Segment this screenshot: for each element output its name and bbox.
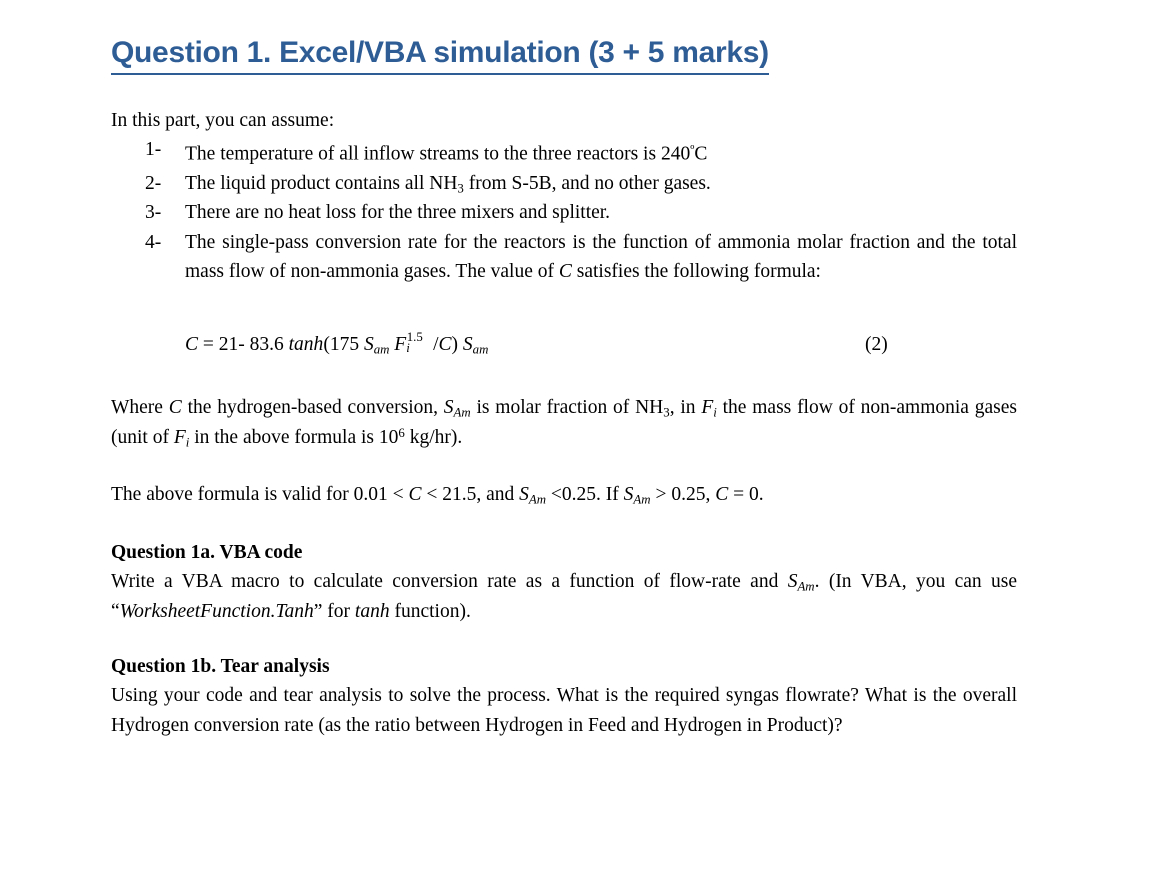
where-text-3: is molar fraction of NH bbox=[470, 397, 664, 418]
equation-s-subscript: am bbox=[373, 342, 390, 357]
variable-s: S bbox=[787, 571, 798, 592]
list-item-marker: 1- bbox=[145, 139, 162, 160]
intro-paragraph: In this part, you can assume: bbox=[111, 106, 1017, 136]
list-item-marker: 4- bbox=[145, 231, 162, 253]
equation-lhs: C bbox=[185, 334, 199, 355]
variable-f: F bbox=[701, 397, 714, 418]
validity-text-2: < 21.5, and bbox=[421, 484, 520, 505]
worksheet-function-name: WorksheetFunction.Tanh bbox=[119, 600, 314, 622]
list-item-marker: 2- bbox=[145, 172, 162, 194]
list-item-text-after: from S-5B, and no other gases. bbox=[463, 172, 711, 194]
validity-text-5: = 0. bbox=[728, 484, 764, 505]
page-title: Question 1. Excel/VBA simulation (3 + 5 … bbox=[111, 36, 769, 75]
equation-c-inner: C bbox=[438, 334, 452, 355]
equation-s-subscript-2: am bbox=[472, 342, 489, 357]
page-title-text: Question 1. Excel/VBA simulation (3 + 5 … bbox=[111, 36, 769, 75]
list-item-marker: 3- bbox=[145, 202, 162, 224]
equation-f-subscript: i bbox=[406, 341, 410, 356]
equation-number: (2) bbox=[865, 334, 888, 355]
list-item-text: The single-pass conversion rate for the … bbox=[185, 228, 1017, 287]
where-text-6: in the above formula is 10 bbox=[189, 426, 399, 448]
intro-text: In this part, you can assume: bbox=[111, 110, 335, 131]
where-text-4: , in bbox=[669, 397, 702, 418]
equation-f-base: F bbox=[394, 334, 407, 355]
list-item-text-after: C bbox=[694, 143, 708, 165]
validity-text-1: The above formula is valid for 0.01 < bbox=[111, 484, 409, 505]
variable-c: C bbox=[558, 261, 572, 283]
list-item-text-before: The temperature of all inflow streams to… bbox=[185, 143, 691, 165]
section-1a-text-4: function). bbox=[389, 600, 471, 622]
document-page: Question 1. Excel/VBA simulation (3 + 5 … bbox=[0, 0, 1153, 885]
list-item-text-after: satisfies the following formula: bbox=[571, 261, 821, 283]
validity-text-4: > 0.25, bbox=[650, 484, 716, 505]
variable-s-2: S bbox=[623, 484, 634, 505]
variable-s-subscript: Am bbox=[797, 579, 815, 594]
where-text-1: Where bbox=[111, 397, 169, 418]
equation-tanh: tanh bbox=[288, 334, 324, 355]
equation-equals: = bbox=[198, 334, 219, 355]
equation-slash: / bbox=[428, 334, 439, 355]
where-paragraph: Where C the hydrogen-based conversion, S… bbox=[111, 393, 1017, 452]
variable-s: S bbox=[519, 484, 529, 505]
where-text-2: the hydrogen-based conversion, bbox=[181, 397, 444, 418]
section-1a-text-3: ” for bbox=[313, 600, 355, 622]
section-1a-text-1: Write a VBA macro to calculate conversio… bbox=[111, 571, 788, 592]
equation-coefficient: 175 bbox=[329, 334, 364, 355]
tanh-function-name: tanh bbox=[354, 600, 390, 622]
section-heading-1b: Question 1b. Tear analysis bbox=[111, 656, 330, 677]
list-item-text: The liquid product contains all NH3 from… bbox=[185, 169, 1017, 199]
section-1b-paragraph: Using your code and tear analysis to sol… bbox=[111, 685, 1017, 736]
variable-c: C bbox=[168, 397, 182, 418]
equation-s-base-2: S bbox=[462, 334, 473, 355]
list-item-text: The temperature of all inflow streams to… bbox=[185, 135, 1017, 169]
equation-close-paren: ) bbox=[451, 334, 463, 355]
equation-s-base: S bbox=[363, 334, 374, 355]
variable-s-subscript: Am bbox=[453, 405, 471, 420]
assumptions-list: 1- The temperature of all inflow streams… bbox=[111, 135, 1017, 287]
section-heading-1a: Question 1a. VBA code bbox=[111, 542, 303, 563]
variable-c: C bbox=[408, 484, 422, 505]
equation-constants: 21- 83.6 bbox=[218, 334, 289, 355]
section-1a-paragraph: Write a VBA macro to calculate conversio… bbox=[111, 567, 1017, 626]
validity-text-3: <0.25. If bbox=[546, 484, 624, 505]
variable-c-2: C bbox=[715, 484, 729, 505]
variable-f-2: F bbox=[173, 426, 186, 448]
list-item: 4- The single-pass conversion rate for t… bbox=[111, 228, 1017, 287]
variable-s-subscript: Am bbox=[528, 492, 547, 507]
variable-s: S bbox=[443, 397, 454, 418]
validity-paragraph: The above formula is valid for 0.01 < C … bbox=[111, 480, 1017, 510]
list-item: 1- The temperature of all inflow streams… bbox=[111, 135, 1017, 169]
list-item: 2- The liquid product contains all NH3 f… bbox=[111, 169, 1017, 199]
where-text-7: kg/hr). bbox=[404, 426, 463, 448]
list-item-text: There are no heat loss for the three mix… bbox=[185, 202, 611, 224]
list-item-text-before: The liquid product contains all NH bbox=[185, 172, 458, 194]
list-item: 3- There are no heat loss for the three … bbox=[111, 198, 1017, 228]
variable-s-2-subscript: Am bbox=[633, 492, 651, 507]
equation-formula: C = 21- 83.6 tanh(175 Sam F 1.5 i /C) Sam bbox=[185, 330, 488, 360]
